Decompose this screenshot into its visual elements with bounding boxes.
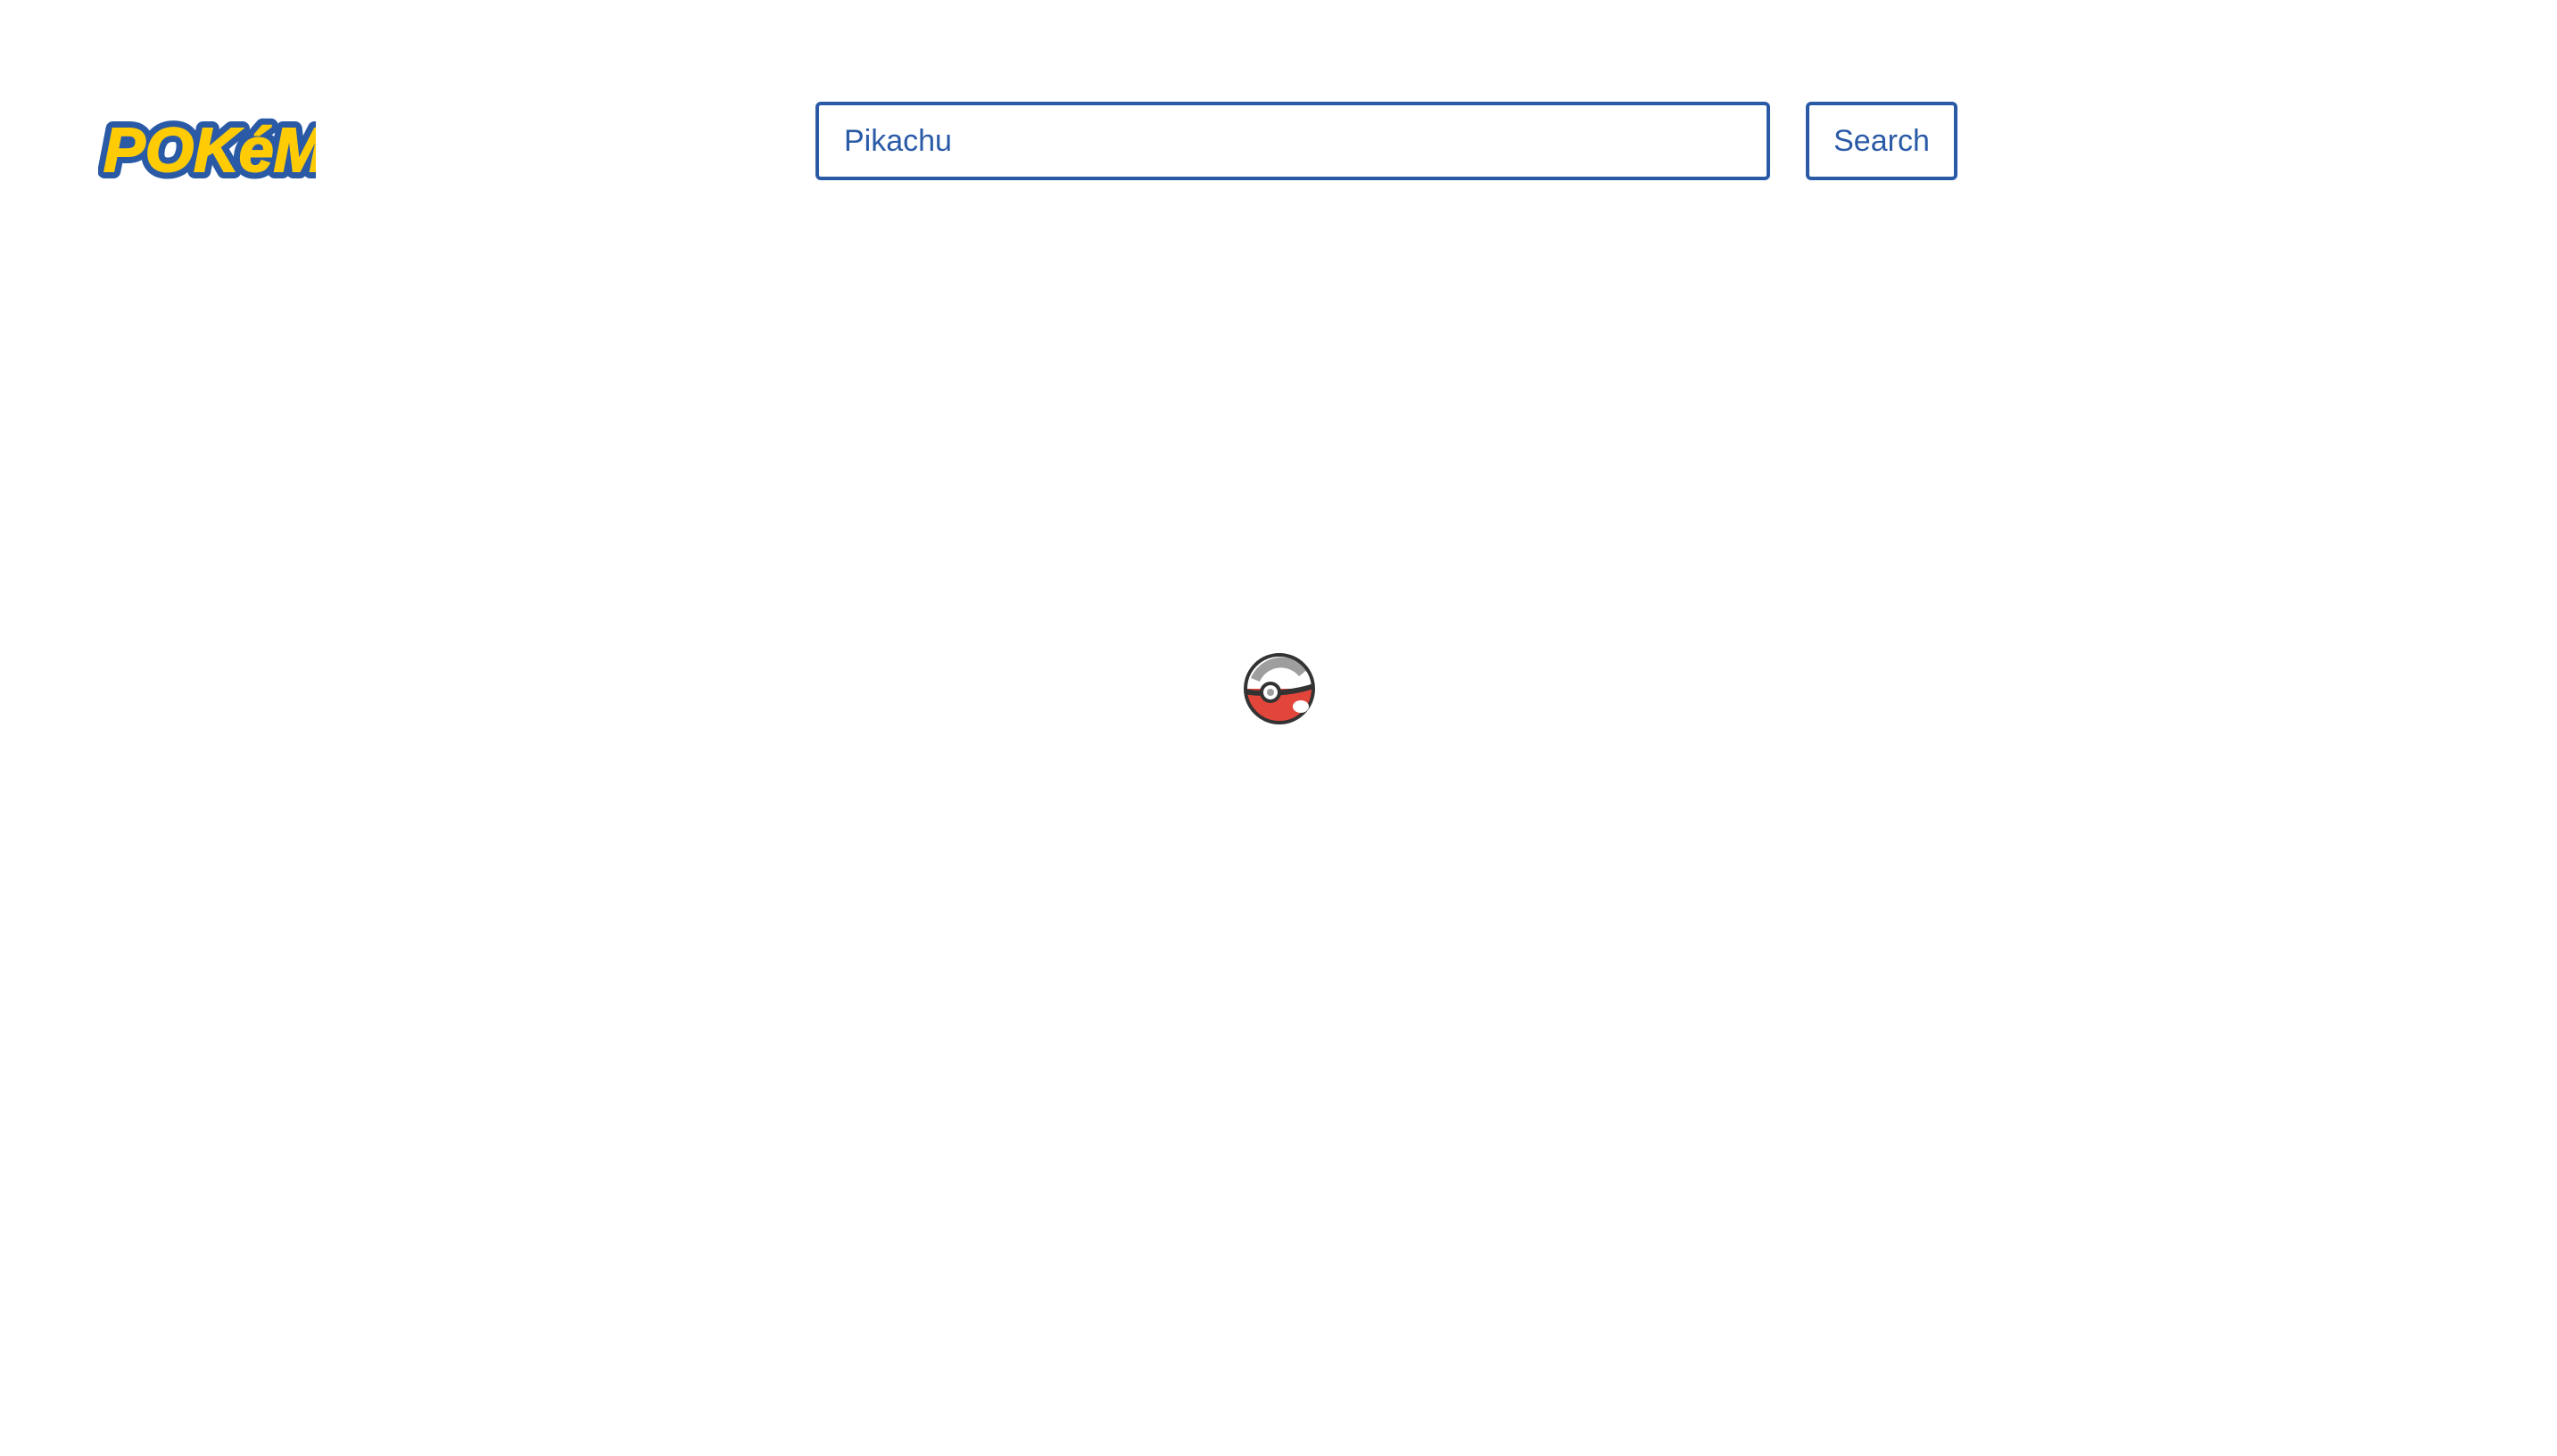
search-input[interactable] (815, 102, 1770, 180)
page: POKéMON POKéMON Search (0, 0, 2557, 1456)
search-button[interactable]: Search (1806, 102, 1957, 180)
pokeball-spinner-icon (1242, 651, 1317, 726)
pokemon-logo[interactable]: POKéMON POKéMON (96, 96, 427, 192)
search-form: Search (815, 102, 1957, 180)
svg-text:POKéMON: POKéMON (103, 115, 316, 185)
pokemon-logo-icon: POKéMON POKéMON (96, 108, 427, 192)
